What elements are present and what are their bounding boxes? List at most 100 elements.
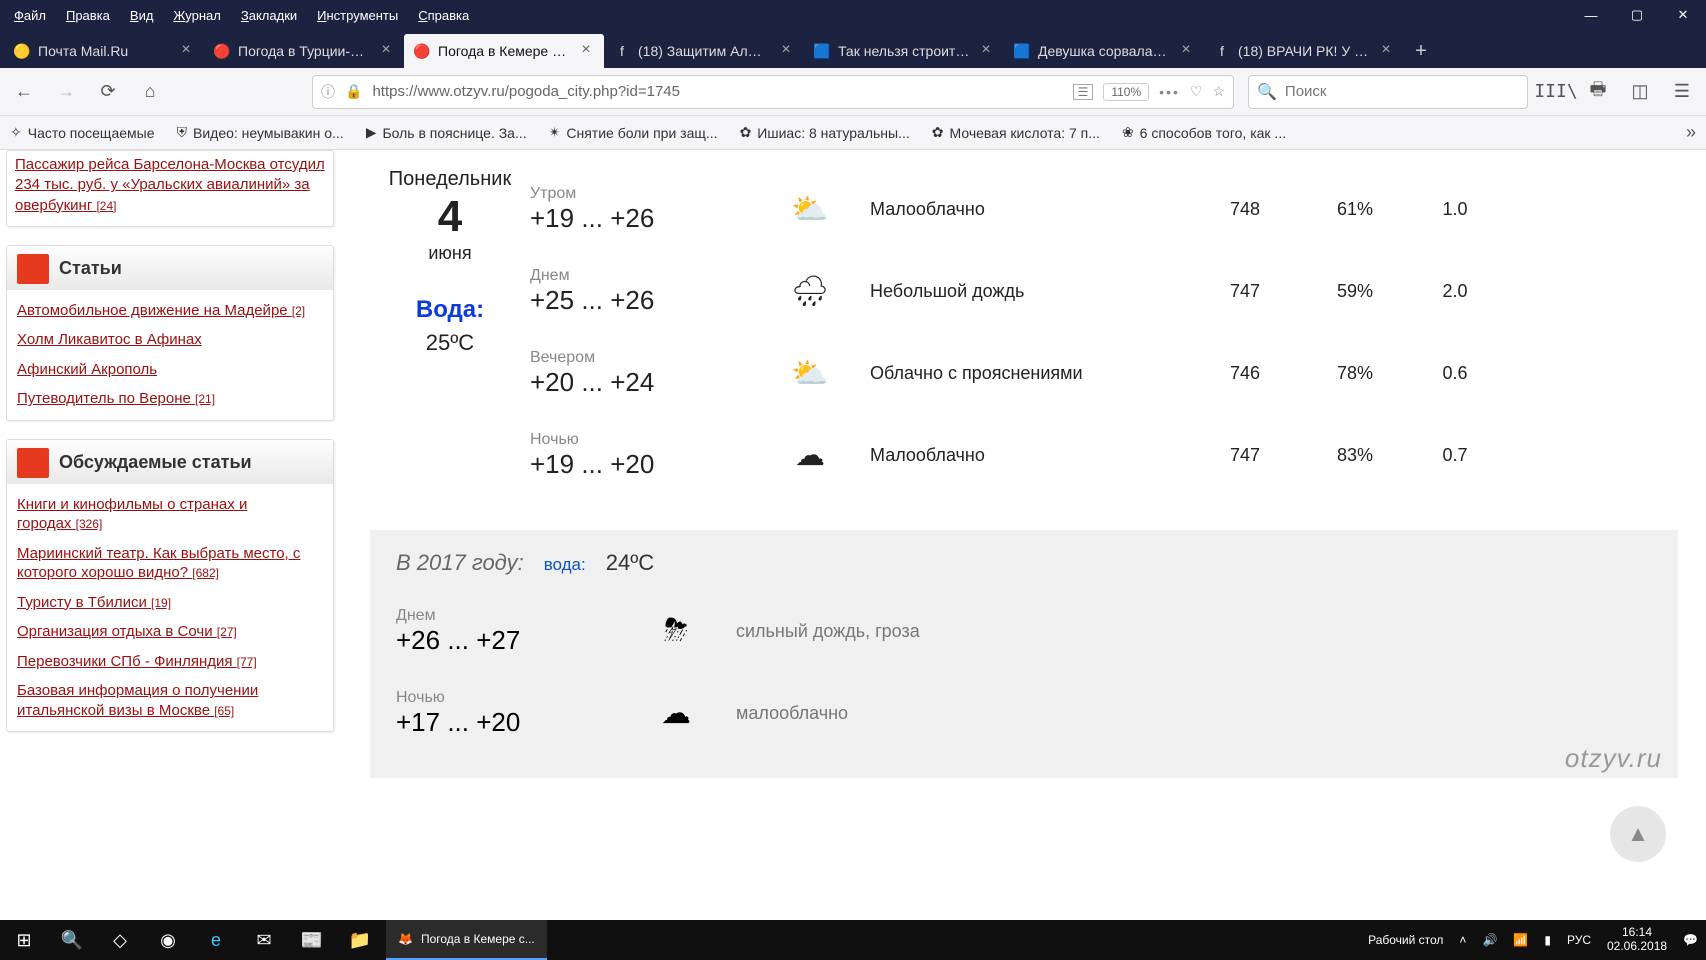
more-icon[interactable]: •••: [1159, 84, 1180, 100]
bookmark-icon: ✴: [549, 124, 561, 141]
sidebar-link[interactable]: Перевозчики СПб - Финляндия [77]: [7, 647, 333, 677]
url-input[interactable]: [372, 83, 1062, 100]
menu-item[interactable]: Журнал: [165, 4, 228, 27]
bookmark-item[interactable]: ✿Ишиас: 8 натуральны...: [740, 124, 910, 141]
zoom-level[interactable]: 110%: [1103, 83, 1149, 101]
tab-label: Погода в Турции-7 / …: [238, 43, 370, 59]
weather-desc: Облачно с прояснениями: [870, 363, 1190, 384]
wifi-icon[interactable]: 📶: [1513, 933, 1528, 947]
menu-item[interactable]: Правка: [58, 4, 118, 27]
lock-icon: 🔒: [345, 83, 362, 100]
humidity: 61%: [1300, 199, 1410, 220]
bookmark-icon: ✿: [932, 124, 944, 141]
browser-tab[interactable]: 🔴Погода в Кемере с пр×: [404, 34, 604, 68]
menu-item[interactable]: Вид: [122, 4, 162, 27]
shield-icon[interactable]: ♡: [1190, 83, 1203, 100]
scroll-top-button[interactable]: ▲: [1610, 806, 1666, 862]
chrome-icon[interactable]: ◉: [144, 920, 192, 960]
new-tab-button[interactable]: +: [1404, 34, 1438, 68]
back-button[interactable]: ←: [10, 78, 38, 106]
day-number: 4: [370, 195, 530, 239]
browser-tab[interactable]: f(18) ВРАЧИ РК! У КОГ×: [1204, 34, 1404, 68]
tab-label: (18) ВРАЧИ РК! У КОГ: [1238, 43, 1370, 59]
notifications-icon[interactable]: 💬: [1683, 933, 1698, 947]
sidebar-link[interactable]: Холм Ликавитос в Афинах: [7, 325, 333, 355]
minimize-button[interactable]: —: [1568, 0, 1614, 30]
weather-slot: Вечером+20 ... +24⛅Облачно с прояснениям…: [530, 332, 1678, 414]
favicon: 🔴: [414, 43, 430, 59]
mail-icon[interactable]: ✉: [240, 920, 288, 960]
close-tab-icon[interactable]: ×: [378, 43, 394, 59]
battery-icon[interactable]: ▮: [1544, 933, 1551, 947]
menu-item[interactable]: Инструменты: [309, 4, 406, 27]
sidebar-link[interactable]: Автомобильное движение на Мадейре [2]: [7, 296, 333, 326]
sidebar-link[interactable]: Путеводитель по Вероне [21]: [7, 384, 333, 414]
info-icon[interactable]: ⓘ: [321, 82, 335, 102]
cortana-icon[interactable]: 🔍: [48, 920, 96, 960]
bookmark-item[interactable]: ❀6 способов того, как ...: [1122, 124, 1286, 141]
weather-desc: Малооблачно: [870, 445, 1190, 466]
tray-up-icon[interactable]: ˄: [1459, 933, 1466, 947]
bookmark-item[interactable]: ✴Снятие боли при защ...: [549, 124, 718, 141]
clock[interactable]: 16:1402.06.2018: [1607, 926, 1667, 954]
bookmark-label: Боль в пояснице. За...: [382, 125, 526, 141]
taskbar-desktop[interactable]: Рабочий стол: [1368, 933, 1443, 947]
bookmark-item[interactable]: ▶Боль в пояснице. За...: [366, 124, 527, 141]
sidebar-link[interactable]: Афинский Акрополь: [7, 355, 333, 385]
day-of-week: Понедельник: [370, 168, 530, 191]
close-tab-icon[interactable]: ×: [578, 43, 594, 59]
star-icon[interactable]: ☆: [1212, 83, 1225, 100]
browser-tab[interactable]: 🟦Девушка сорвалась с×: [1004, 34, 1204, 68]
close-tab-icon[interactable]: ×: [1178, 43, 1194, 59]
print-icon[interactable]: 🖶: [1584, 78, 1612, 106]
temperature: +19 ... +26: [530, 203, 750, 234]
close-tab-icon[interactable]: ×: [778, 43, 794, 59]
close-tab-icon[interactable]: ×: [178, 43, 194, 59]
menu-item[interactable]: Справка: [410, 4, 477, 27]
time-of-day: Днем: [530, 267, 750, 285]
volume-icon[interactable]: 🔊: [1482, 933, 1497, 947]
home-button[interactable]: ⌂: [136, 78, 164, 106]
sidebar-icon[interactable]: ◫: [1626, 78, 1654, 106]
sidebar-link[interactable]: Туристу в Тбилиси [19]: [7, 588, 333, 618]
close-tab-icon[interactable]: ×: [978, 43, 994, 59]
tab-label: Почта Mail.Ru: [38, 43, 170, 59]
explorer-icon[interactable]: 📁: [336, 920, 384, 960]
menu-item[interactable]: Закладки: [233, 4, 305, 27]
hamburger-icon[interactable]: ☰: [1668, 78, 1696, 106]
browser-tab[interactable]: 🟦Так нельзя строить —×: [804, 34, 1004, 68]
close-window-button[interactable]: ✕: [1660, 0, 1706, 30]
forward-button[interactable]: →: [52, 78, 80, 106]
url-bar[interactable]: ⓘ 🔒 ☰ 110% ••• ♡ ☆: [312, 75, 1234, 109]
bookmark-label: Мочевая кислота: 7 п...: [950, 125, 1100, 141]
browser-tab[interactable]: 🔴Погода в Турции-7 / …×: [204, 34, 404, 68]
app-icon[interactable]: ◇: [96, 920, 144, 960]
reload-button[interactable]: ⟳: [94, 78, 122, 106]
reader-icon[interactable]: ☰: [1073, 84, 1094, 100]
close-tab-icon[interactable]: ×: [1378, 43, 1394, 59]
temperature: +25 ... +26: [530, 285, 750, 316]
lang-indicator[interactable]: РУС: [1567, 933, 1591, 947]
menu-item[interactable]: Файл: [6, 4, 54, 27]
search-box[interactable]: 🔍: [1248, 75, 1528, 109]
firefox-task[interactable]: 🦊 Погода в Кемере с...: [386, 920, 547, 960]
sidebar-link[interactable]: Мариинский театр. Как выбрать место, с к…: [7, 539, 333, 588]
sidebar-link[interactable]: Базовая информация о получении итальянск…: [7, 676, 333, 725]
browser-tab[interactable]: 🟡Почта Mail.Ru×: [4, 34, 204, 68]
library-icon[interactable]: III\: [1542, 78, 1570, 106]
search-input[interactable]: [1285, 83, 1519, 100]
start-button[interactable]: ⊞: [0, 920, 48, 960]
edge-icon[interactable]: e: [192, 920, 240, 960]
browser-tab[interactable]: f(18) Защитим Алма-А×: [604, 34, 804, 68]
humidity: 83%: [1300, 445, 1410, 466]
sidebar-link[interactable]: Организация отдыха в Сочи [27]: [7, 617, 333, 647]
bookmark-item[interactable]: ⛨Видео: неумывакин о...: [177, 124, 344, 141]
bookmark-item[interactable]: ✿ Мочевая кислота: 7 п...: [932, 124, 1100, 141]
news-icon[interactable]: 📰: [288, 920, 336, 960]
sidebar-link[interactable]: Книги и кинофильмы о странах и городах […: [7, 490, 333, 539]
maximize-button[interactable]: ▢: [1614, 0, 1660, 30]
page-content: Пассажир рейса Барселона-Москва отсудил …: [0, 150, 1706, 920]
bookmark-item[interactable]: ✧Часто посещаемые: [10, 124, 155, 141]
news-link[interactable]: Пассажир рейса Барселона-Москва отсудил …: [15, 156, 325, 214]
overflow-icon[interactable]: »: [1686, 122, 1696, 143]
